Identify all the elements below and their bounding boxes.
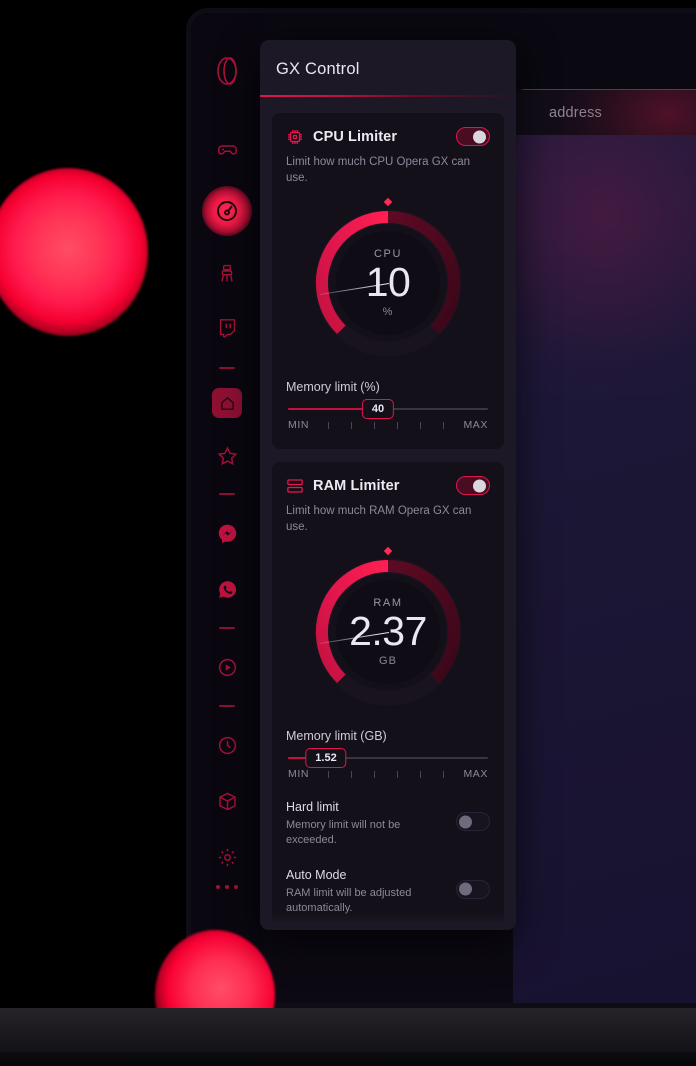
gx-control-gauge-icon xyxy=(217,201,237,221)
cpu-gauge: CPU 10 % xyxy=(313,197,463,358)
sidebar-divider xyxy=(219,493,235,495)
cleaner-broom-icon xyxy=(221,264,233,282)
sidebar-item-history[interactable] xyxy=(208,726,246,764)
ram-slider-label: Memory limit (GB) xyxy=(286,729,387,744)
hard-limit-toggle[interactable] xyxy=(456,812,490,832)
toggle-knob xyxy=(473,130,486,143)
browser-content-pane: address xyxy=(513,89,696,1003)
player-icon xyxy=(218,658,236,676)
sidebar-divider xyxy=(219,705,235,707)
ram-slider-scale: MIN MAX xyxy=(286,768,490,780)
cpu-slider-track[interactable]: 40 xyxy=(288,399,488,420)
gx-control-body: CPU Limiter Limit how much CPU Opera GX … xyxy=(260,97,516,930)
sidebar-divider xyxy=(219,367,235,369)
cpu-slider-scale: MIN MAX xyxy=(286,419,490,431)
hard-limit-title: Hard limit xyxy=(286,800,339,815)
sidebar-item-messenger[interactable] xyxy=(208,514,246,552)
settings-gear-icon xyxy=(218,848,236,866)
speed-dial-wallpaper: Twitch xyxy=(513,135,696,1003)
gauge-top-marker xyxy=(383,197,393,207)
ram-limiter-title: RAM Limiter xyxy=(313,477,400,494)
address-bar[interactable]: address xyxy=(513,89,696,194)
ram-limiter-header: RAM Limiter xyxy=(286,476,490,496)
sidebar-item-whatsapp[interactable] xyxy=(208,570,246,608)
laptop-base xyxy=(0,1008,696,1066)
ram-limiter-card: RAM Limiter Limit how much RAM Opera GX … xyxy=(272,462,504,930)
decorative-glow-orb-left xyxy=(0,168,148,336)
twitch-icon xyxy=(219,319,235,338)
dot xyxy=(234,885,238,889)
sidebar-item-settings[interactable] xyxy=(208,838,246,876)
opera-logo[interactable] xyxy=(211,55,243,87)
ram-slider-min-label: MIN xyxy=(288,768,310,781)
star-icon xyxy=(217,445,237,465)
cpu-memory-limit-slider-block: Memory limit (%) 40 MIN MAX xyxy=(286,380,490,431)
sidebar-item-favorites[interactable] xyxy=(208,436,246,474)
cpu-slider-value[interactable]: 40 xyxy=(361,399,395,420)
dot xyxy=(216,885,220,889)
hard-limit-row: Hard limit Memory limit will not be exce… xyxy=(286,800,490,848)
sidebar-item-cleaner[interactable] xyxy=(208,254,246,292)
ram-slider-max-label: MAX xyxy=(463,768,488,781)
sidebar-item-player[interactable] xyxy=(208,648,246,686)
toggle-knob xyxy=(459,815,472,829)
sidebar-divider xyxy=(219,627,235,629)
gx-control-panel: GX Control CPU Limiter Limit how much CP… xyxy=(260,40,516,930)
cpu-limiter-card: CPU Limiter Limit how much CPU Opera GX … xyxy=(272,113,504,450)
ram-gauge: RAM 2.37 GB xyxy=(313,546,463,707)
hard-limit-description: Memory limit will not be exceeded. xyxy=(286,819,401,846)
cpu-limiter-toggle[interactable] xyxy=(456,127,490,146)
cpu-limiter-title: CPU Limiter xyxy=(313,128,398,145)
ram-stick-icon xyxy=(286,477,304,495)
gamepad-icon xyxy=(217,144,237,155)
auto-mode-texts: Auto Mode RAM limit will be adjusted aut… xyxy=(286,868,456,916)
ram-memory-limit-slider-block: Memory limit (GB) 1.52 MIN MAX xyxy=(286,729,490,780)
sidebar-item-gamepad[interactable] xyxy=(208,130,246,168)
wallpaper-glow xyxy=(513,135,696,395)
toggle-knob xyxy=(473,479,486,493)
ram-slider-track[interactable]: 1.52 xyxy=(288,748,488,769)
toggle-knob xyxy=(459,882,472,896)
hard-limit-texts: Hard limit Memory limit will not be exce… xyxy=(286,800,456,848)
dot xyxy=(225,885,229,889)
package-cube-icon xyxy=(218,792,236,810)
left-sidebar xyxy=(191,13,263,1003)
history-clock-icon xyxy=(218,736,236,754)
page-title: GX Control xyxy=(276,60,360,78)
sidebar-item-gx-control[interactable] xyxy=(202,186,252,236)
sidebar-item-twitch[interactable] xyxy=(208,310,246,348)
cpu-limiter-description: Limit how much CPU Opera GX can use. xyxy=(286,156,471,184)
sidebar-item-extensions[interactable] xyxy=(208,782,246,820)
ram-limiter-toggle[interactable] xyxy=(456,476,490,496)
auto-mode-toggle[interactable] xyxy=(456,879,490,899)
gauge-top-marker xyxy=(383,546,393,556)
ram-limiter-description: Limit how much RAM Opera GX can use. xyxy=(286,505,472,533)
screenshot-stage: address GX Control CPU Limiter Limit how… xyxy=(0,0,696,1066)
auto-mode-title: Auto Mode xyxy=(286,867,347,882)
ram-slider-value[interactable]: 1.52 xyxy=(305,748,347,769)
cpu-limiter-header: CPU Limiter xyxy=(286,127,490,146)
sidebar-more-button[interactable] xyxy=(216,885,238,889)
sidebar-item-home[interactable] xyxy=(212,388,242,418)
gx-control-header: GX Control xyxy=(260,40,516,97)
cpu-chip-icon xyxy=(286,128,304,146)
messenger-icon xyxy=(218,524,236,543)
cpu-slider-min-label: MIN xyxy=(288,419,310,432)
cpu-slider-ticks xyxy=(317,421,455,429)
home-icon xyxy=(220,396,234,410)
auto-mode-row: Auto Mode RAM limit will be adjusted aut… xyxy=(286,868,490,916)
address-input-placeholder[interactable]: address xyxy=(549,105,602,121)
cpu-slider-label: Memory limit (%) xyxy=(286,380,380,395)
whatsapp-icon xyxy=(218,580,236,598)
ram-slider-ticks xyxy=(317,770,455,778)
cpu-slider-max-label: MAX xyxy=(463,419,488,432)
auto-mode-description: RAM limit will be adjusted automatically… xyxy=(286,886,412,914)
